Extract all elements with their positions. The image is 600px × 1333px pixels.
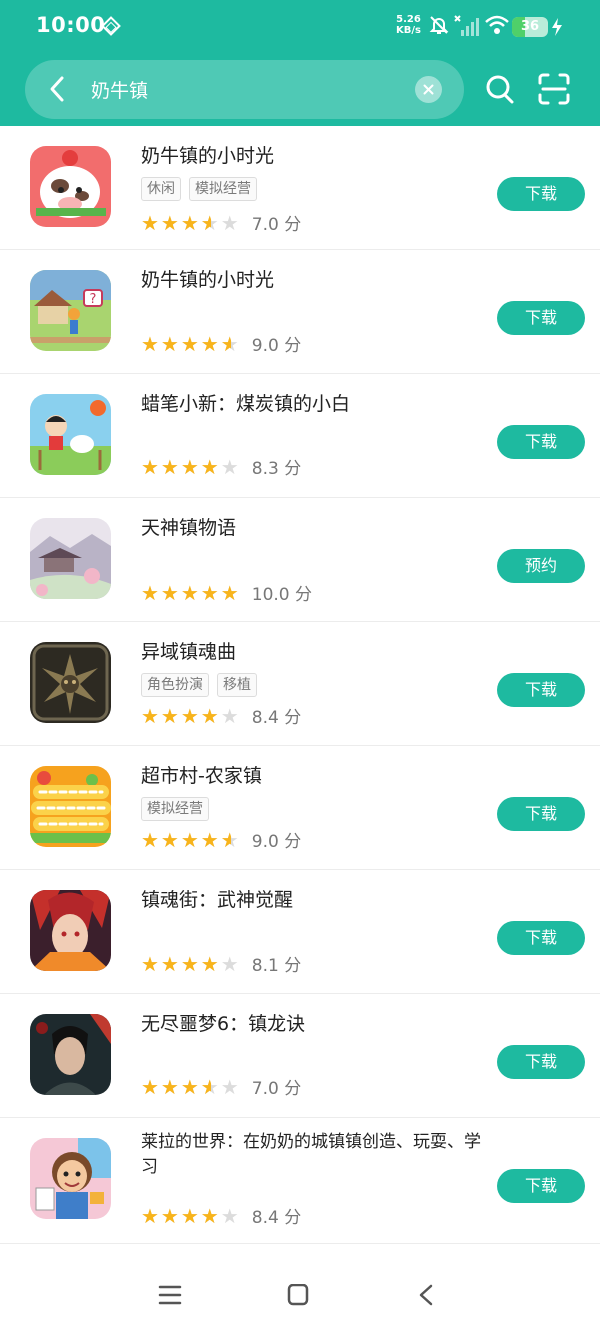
app-name: 天神镇物语: [141, 517, 237, 539]
list-item[interactable]: 超市村-农家镇 模拟经营 ★★★★★★★★★★ 9.0 分 下载: [0, 746, 600, 870]
download-button[interactable]: 下载: [497, 1045, 585, 1079]
rating-score: 8.1 分: [251, 956, 302, 976]
rating-score: 9.0 分: [251, 832, 302, 852]
cow-cartoon-icon: [30, 146, 111, 227]
app-tag: 休闲: [141, 177, 181, 201]
app-rating: ★★★★★★★★★★ 9.0 分: [141, 827, 302, 853]
dark-warrior-icon: [30, 1014, 111, 1095]
charging-icon: [552, 18, 562, 36]
rating-stars: ★★★★★★★★★★: [141, 210, 241, 235]
app-name: 奶牛镇的小时光: [141, 145, 275, 167]
rating-score: 8.4 分: [251, 708, 302, 728]
app-name: 异域镇魂曲: [141, 641, 237, 663]
rating-stars: ★★★★★★★★★★: [141, 331, 241, 356]
list-item[interactable]: 镇魂街：武神觉醒 ★★★★★★★★★★ 8.1 分 下载: [0, 870, 600, 994]
rating-score: 7.0 分: [251, 1079, 302, 1099]
back-arrow-icon[interactable]: [41, 72, 75, 106]
rating-stars: ★★★★★★★★★★: [141, 703, 241, 728]
search-icon[interactable]: [484, 72, 516, 106]
search-input[interactable]: [91, 74, 401, 104]
app-rating: ★★★★★★★★★★ 8.4 分: [141, 703, 302, 729]
app-rating: ★★★★★★★★★★ 8.1 分: [141, 951, 302, 977]
app-name: 无尽噩梦6：镇龙诀: [141, 1013, 306, 1035]
app-name: 奶牛镇的小时光: [141, 269, 275, 291]
app-tag: 模拟经营: [141, 797, 209, 821]
rating-stars: ★★★★★★★★★★: [141, 454, 241, 479]
app-tags: 模拟经营: [141, 797, 217, 821]
rating-stars: ★★★★★★★★★★: [141, 1074, 241, 1099]
rating-stars: ★★★★★★★★★★: [141, 827, 241, 852]
app-tag: 模拟经营: [189, 177, 257, 201]
battery-indicator: 36: [512, 17, 548, 37]
app-name: 镇魂街：武神觉醒: [141, 889, 294, 911]
app-rating: ★★★★★★★★★★ 7.0 分: [141, 1074, 302, 1100]
app-rating: ★★★★★★★★★★ 7.0 分: [141, 210, 302, 236]
list-item[interactable]: 奶牛镇的小时光 休闲模拟经营 ★★★★★★★★★★ 7.0 分 下载: [0, 126, 600, 250]
search-bar: [25, 60, 464, 119]
rating-stars: ★★★★★★★★★★: [141, 951, 241, 976]
rating-score: 7.0 分: [251, 215, 302, 235]
network-speed: 5.26 KB/s: [396, 14, 421, 36]
rating-score: 9.0 分: [251, 336, 302, 356]
wifi-icon: [485, 15, 509, 34]
app-rating: ★★★★★★★★★★ 8.4 分: [141, 1203, 302, 1229]
download-button[interactable]: 下载: [497, 673, 585, 707]
back-icon[interactable]: [416, 1284, 436, 1306]
clear-icon[interactable]: [415, 76, 442, 103]
app-name: 超市村-农家镇: [141, 765, 262, 787]
download-button[interactable]: 下载: [497, 301, 585, 335]
torment-face-icon: [30, 642, 111, 723]
list-item[interactable]: 无尽噩梦6：镇龙诀 ★★★★★★★★★★ 7.0 分 下载: [0, 994, 600, 1118]
reserve-button[interactable]: 预约: [497, 549, 585, 583]
app-rating: ★★★★★★★★★★ 9.0 分: [141, 331, 302, 357]
app-rating: ★★★★★ ★★★★★ 10.0 分: [141, 580, 313, 606]
mute-bell-icon: [429, 16, 449, 34]
status-time: 10:00: [36, 13, 106, 37]
scan-icon[interactable]: [537, 72, 571, 106]
list-item[interactable]: ? 奶牛镇的小时光 ★★★★★★★★★★ 9.0 分 下载: [0, 250, 600, 374]
app-tag: 移植: [217, 673, 257, 697]
app-rating: ★★★★★★★★★★ 8.3 分: [141, 454, 302, 480]
top-bar: 10:00 5.26 KB/s 36: [0, 0, 600, 126]
anime-warrior-icon: [30, 890, 111, 971]
list-item[interactable]: 天神镇物语 ★★★★★ ★★★★★ 10.0 分 预约: [0, 498, 600, 622]
download-button[interactable]: 下载: [497, 797, 585, 831]
download-button[interactable]: 下载: [497, 425, 585, 459]
download-button[interactable]: 下载: [497, 177, 585, 211]
download-button[interactable]: 下载: [497, 921, 585, 955]
app-name: 蜡笔小新：煤炭镇的小白: [141, 393, 351, 415]
rating-score: 8.4 分: [251, 1208, 302, 1228]
app-tags: 角色扮演 移植: [141, 673, 265, 697]
app-name: 莱拉的世界：在奶奶的城镇镇创造、玩耍、学习: [141, 1132, 481, 1177]
app-tag: 角色扮演: [141, 673, 209, 697]
leila-cartoon-icon: [30, 1138, 111, 1219]
system-nav-bar: [0, 1262, 600, 1333]
list-item[interactable]: 莱拉的世界：在奶奶的城镇镇创造、玩耍、学习 ★★★★★★★★★★ 8.4 分 下…: [0, 1118, 600, 1244]
rating-score: 10.0 分: [251, 585, 313, 605]
rating-stars: ★★★★★★★★★★: [141, 580, 241, 605]
list-item[interactable]: 蜡笔小新：煤炭镇的小白 ★★★★★★★★★★ 8.3 分 下载: [0, 374, 600, 498]
search-results-list: 奶牛镇的小时光 休闲模拟经营 ★★★★★★★★★★ 7.0 分 下载 ? 奶牛镇…: [0, 126, 600, 1244]
rating-score: 8.3 分: [251, 459, 302, 479]
svg-text:?: ?: [90, 292, 97, 307]
menu-icon[interactable]: [158, 1284, 182, 1306]
farm-village-icon: ?: [30, 270, 111, 351]
supermarket-village-icon: [30, 766, 111, 847]
signal-icon: [454, 15, 479, 36]
status-bar: 10:00 5.26 KB/s 36: [0, 0, 600, 56]
rating-stars: ★★★★★★★★★★: [141, 1203, 241, 1228]
app-tags: 休闲 模拟经营: [141, 177, 265, 201]
list-item[interactable]: 异域镇魂曲 角色扮演移植 ★★★★★★★★★★ 8.4 分 下载: [0, 622, 600, 746]
download-button[interactable]: 下载: [497, 1169, 585, 1203]
shrine-town-icon: [30, 518, 111, 599]
home-icon[interactable]: [286, 1284, 310, 1306]
crayon-shinchan-icon: [30, 394, 111, 475]
